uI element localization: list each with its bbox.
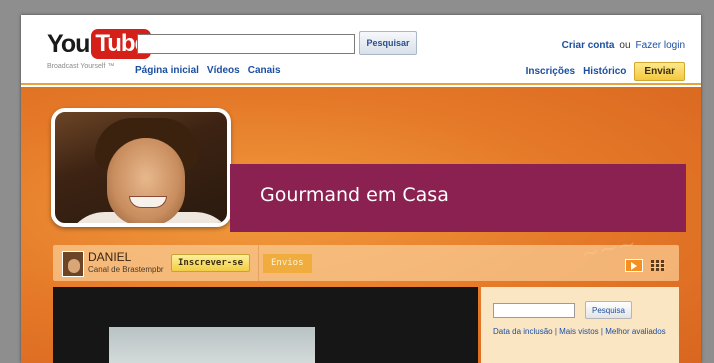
sort-links[interactable]: Data da inclusão | Mais vistos | Melhor … [493,327,669,337]
owner-avatar[interactable] [62,251,84,277]
create-account-link[interactable]: Criar conta [562,40,615,51]
tab-uploads[interactable]: Envios [263,254,312,273]
login-link[interactable]: Fazer login [636,40,685,51]
nav-videos[interactable]: Vídeos [207,65,240,76]
avatar-smile [129,196,167,208]
video-sidebar: Pesquisa Data da inclusão | Mais vistos … [481,287,679,363]
upload-button[interactable]: Enviar [634,62,685,81]
channel-search-input[interactable] [493,303,575,318]
subscriptions-link[interactable]: Inscrições [526,66,575,77]
main-nav: Página inicial Vídeos Canais [135,65,281,76]
channel-bar: DANIEL Canal de Brastempbr Inscrever-se … [53,245,679,281]
user-nav: Inscrições Histórico Enviar [526,62,685,81]
channel-subtitle: Canal de Brastempbr [88,265,164,274]
tab-divider [249,245,259,281]
video-frame [109,327,315,363]
history-link[interactable]: Histórico [583,66,626,77]
video-player[interactable] [53,287,478,363]
channel-title-banner: Gourmand em Casa [230,164,686,232]
channel-search-button[interactable]: Pesquisa [585,301,632,319]
channel-background: ~~~~ ~~ ~~~ ~ Gourmand em Casa DANIEL Ca… [21,87,701,363]
channel-title: Gourmand em Casa [260,184,449,206]
nav-home[interactable]: Página inicial [135,65,199,76]
channel-avatar [51,108,231,227]
subscribe-button[interactable]: Inscrever-se [171,254,251,272]
tagline: Broadcast Yourself ™ [47,63,115,70]
youtube-logo[interactable]: You Tube [47,25,151,59]
nav-channels[interactable]: Canais [248,65,281,76]
browser-frame: You Tube Broadcast Yourself ™ Pesquisar … [21,15,701,363]
grid-view-icon[interactable] [651,260,665,271]
logo-you-text: You [47,30,90,58]
avatar-face [107,138,185,223]
account-links: Criar conta ou Fazer login [562,40,685,51]
player-view-icon[interactable] [625,259,643,272]
or-text: ou [619,40,631,51]
owner-name[interactable]: DANIEL [88,250,131,264]
search-input[interactable] [137,34,355,54]
search-button[interactable]: Pesquisar [359,31,417,55]
site-header: You Tube Broadcast Yourself ™ Pesquisar … [21,15,701,85]
